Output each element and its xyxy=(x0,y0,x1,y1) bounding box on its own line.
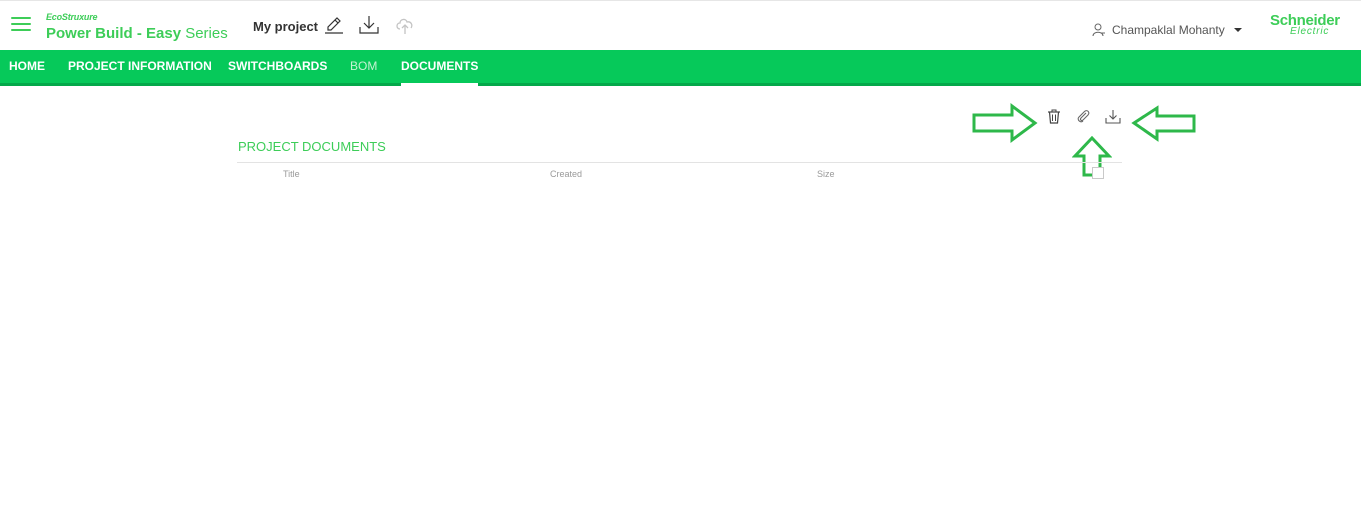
nav-home[interactable]: HOME xyxy=(9,59,45,73)
nav-documents[interactable]: DOCUMENTS xyxy=(401,59,479,86)
column-header-created[interactable]: Created xyxy=(550,169,582,179)
download-icon[interactable] xyxy=(358,14,380,36)
nav-switchboards[interactable]: SWITCHBOARDS xyxy=(228,59,327,73)
brand-ecostruxure: EcoStruxure xyxy=(46,12,98,22)
divider xyxy=(237,162,1122,163)
nav-project-information[interactable]: PROJECT INFORMATION xyxy=(68,59,212,73)
column-header-size[interactable]: Size xyxy=(817,169,835,179)
logo-line2: Electric xyxy=(1290,26,1330,37)
user-name: Champaklal Mohanty xyxy=(1112,23,1225,37)
menu-icon[interactable] xyxy=(11,16,31,32)
schneider-logo: Schneider Electric xyxy=(1268,12,1352,40)
section-title: PROJECT DOCUMENTS xyxy=(238,139,386,154)
app-title[interactable]: Power Build - Easy Series xyxy=(46,25,228,42)
edit-icon[interactable] xyxy=(323,14,345,36)
app-title-main: Power Build - Easy xyxy=(46,25,182,42)
user-icon xyxy=(1092,23,1105,37)
chevron-down-icon xyxy=(1233,28,1242,32)
cloud-upload-icon[interactable] xyxy=(394,14,416,36)
column-header-title[interactable]: Title xyxy=(283,169,300,179)
main-nav: HOME PROJECT INFORMATION SWITCHBOARDS BO… xyxy=(0,50,1361,86)
trash-icon[interactable] xyxy=(1045,108,1063,126)
arrow-right-icon xyxy=(972,103,1038,143)
select-all-checkbox[interactable] xyxy=(1092,167,1104,179)
arrow-left-icon xyxy=(1131,105,1196,142)
project-name: My project xyxy=(253,19,319,34)
user-menu[interactable]: Champaklal Mohanty xyxy=(1092,22,1242,38)
paperclip-icon[interactable] xyxy=(1075,108,1093,126)
nav-bom[interactable]: BOM xyxy=(350,59,377,73)
download-icon[interactable] xyxy=(1104,108,1122,126)
top-bar: EcoStruxure Power Build - Easy Series My… xyxy=(0,0,1361,50)
app-title-series: Series xyxy=(181,25,228,42)
